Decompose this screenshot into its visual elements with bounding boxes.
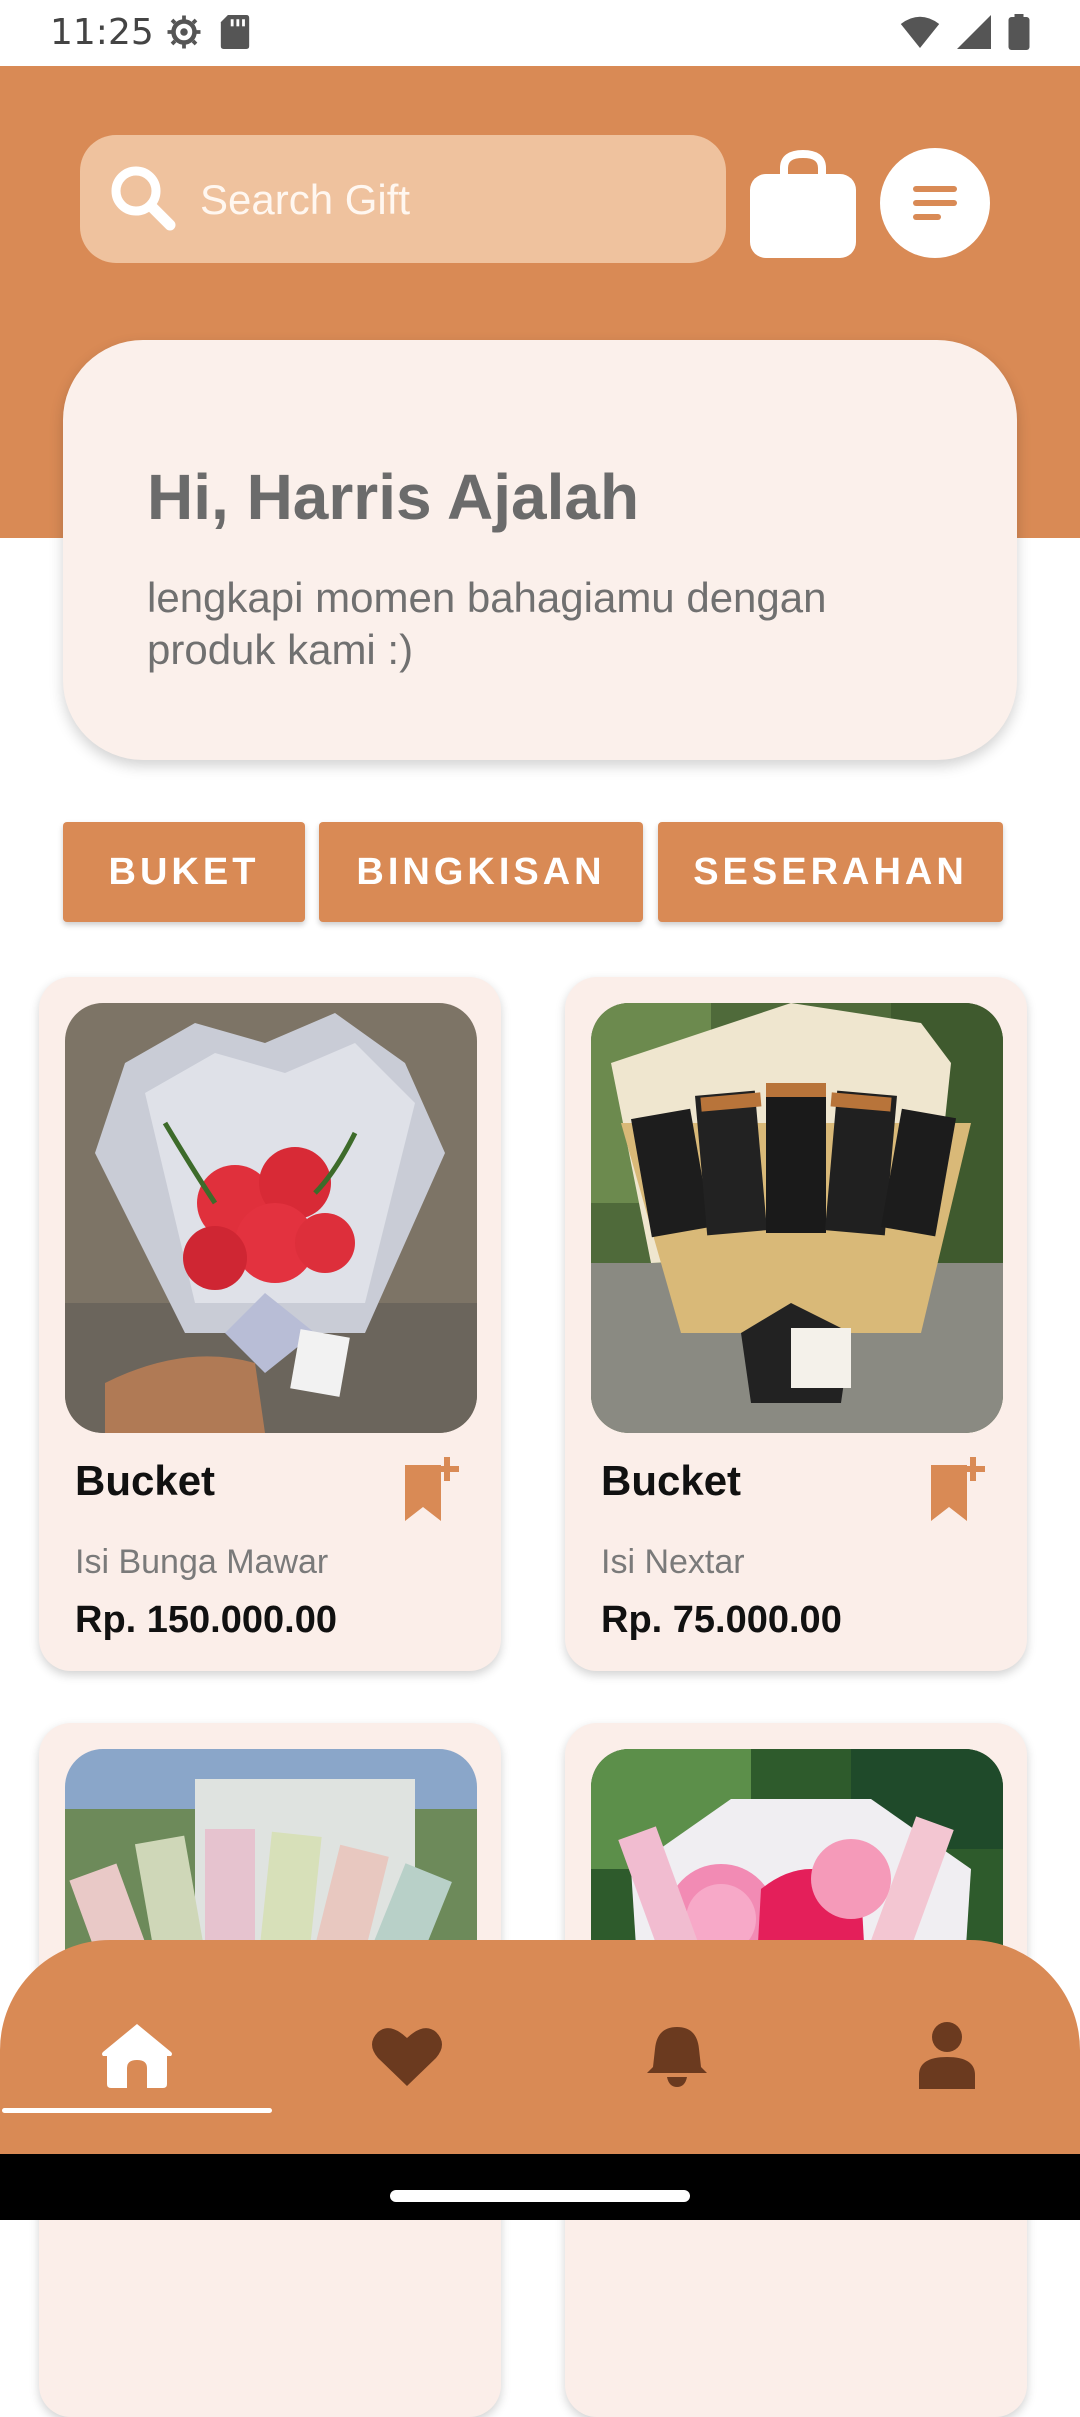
search-input[interactable] (198, 135, 702, 265)
product-image-nextar (591, 1003, 1003, 1433)
heart-icon (372, 2028, 442, 2086)
status-icons-right (900, 14, 1030, 50)
status-bar: 11:25 (0, 0, 1080, 66)
product-subtitle: Isi Nextar (601, 1543, 745, 1581)
category-bingkisan-button[interactable]: BINGKISAN (319, 822, 643, 922)
greeting-subtitle: lengkapi momen bahagiamu dengan produk k… (147, 574, 827, 673)
product-price: Rp. 150.000.00 (75, 1599, 337, 1641)
greeting-card: Hi, Harris Ajalah lengkapi momen bahagia… (63, 340, 1017, 760)
product-title: Bucket (601, 1457, 742, 1504)
wifi-icon (900, 16, 940, 48)
nav-notifications[interactable] (632, 2010, 722, 2100)
category-seserahan-button[interactable]: SESERAHAN (658, 822, 1003, 922)
nav-active-indicator (2, 2108, 272, 2113)
product-subtitle: Isi Bunga Mawar (75, 1543, 329, 1581)
bookmark-add-icon[interactable] (927, 1457, 987, 1523)
battery-icon (1008, 14, 1030, 50)
status-time: 11:25 (50, 12, 154, 53)
sd-card-icon (220, 15, 250, 49)
search-icon (111, 166, 176, 231)
product-image-roses (65, 1003, 477, 1433)
bookmark-add-icon[interactable] (401, 1457, 461, 1523)
bottom-navigation (0, 1940, 1080, 2154)
category-tabs: BUKET BINGKISAN SESERAHAN (0, 822, 1080, 922)
product-price: Rp. 75.000.00 (601, 1599, 842, 1641)
search-bar[interactable] (80, 135, 726, 265)
greeting-title: Hi, Harris Ajalah (147, 461, 640, 533)
status-icons-left (166, 14, 250, 50)
shopping-bag-icon (750, 149, 856, 258)
signal-icon (957, 15, 991, 49)
nav-favorites[interactable] (362, 2010, 452, 2100)
bell-icon (647, 2027, 707, 2087)
product-card[interactable]: Bucket Isi Nextar Rp. 75.000.00 (565, 977, 1027, 1671)
system-gesture-bar (0, 2154, 1080, 2220)
menu-button[interactable] (880, 148, 990, 258)
nav-home[interactable] (92, 2010, 182, 2100)
product-card[interactable]: Bucket Isi Bunga Mawar Rp. 150.000.00 (39, 977, 501, 1671)
shopping-bag-button[interactable] (748, 148, 858, 258)
product-title: Bucket (75, 1457, 216, 1504)
home-gesture-handle[interactable] (390, 2190, 690, 2202)
person-icon (919, 2022, 975, 2089)
home-icon (102, 2024, 172, 2088)
menu-icon (913, 186, 957, 220)
category-buket-button[interactable]: BUKET (63, 822, 305, 922)
settings-icon (167, 15, 201, 49)
nav-profile[interactable] (902, 2010, 992, 2100)
